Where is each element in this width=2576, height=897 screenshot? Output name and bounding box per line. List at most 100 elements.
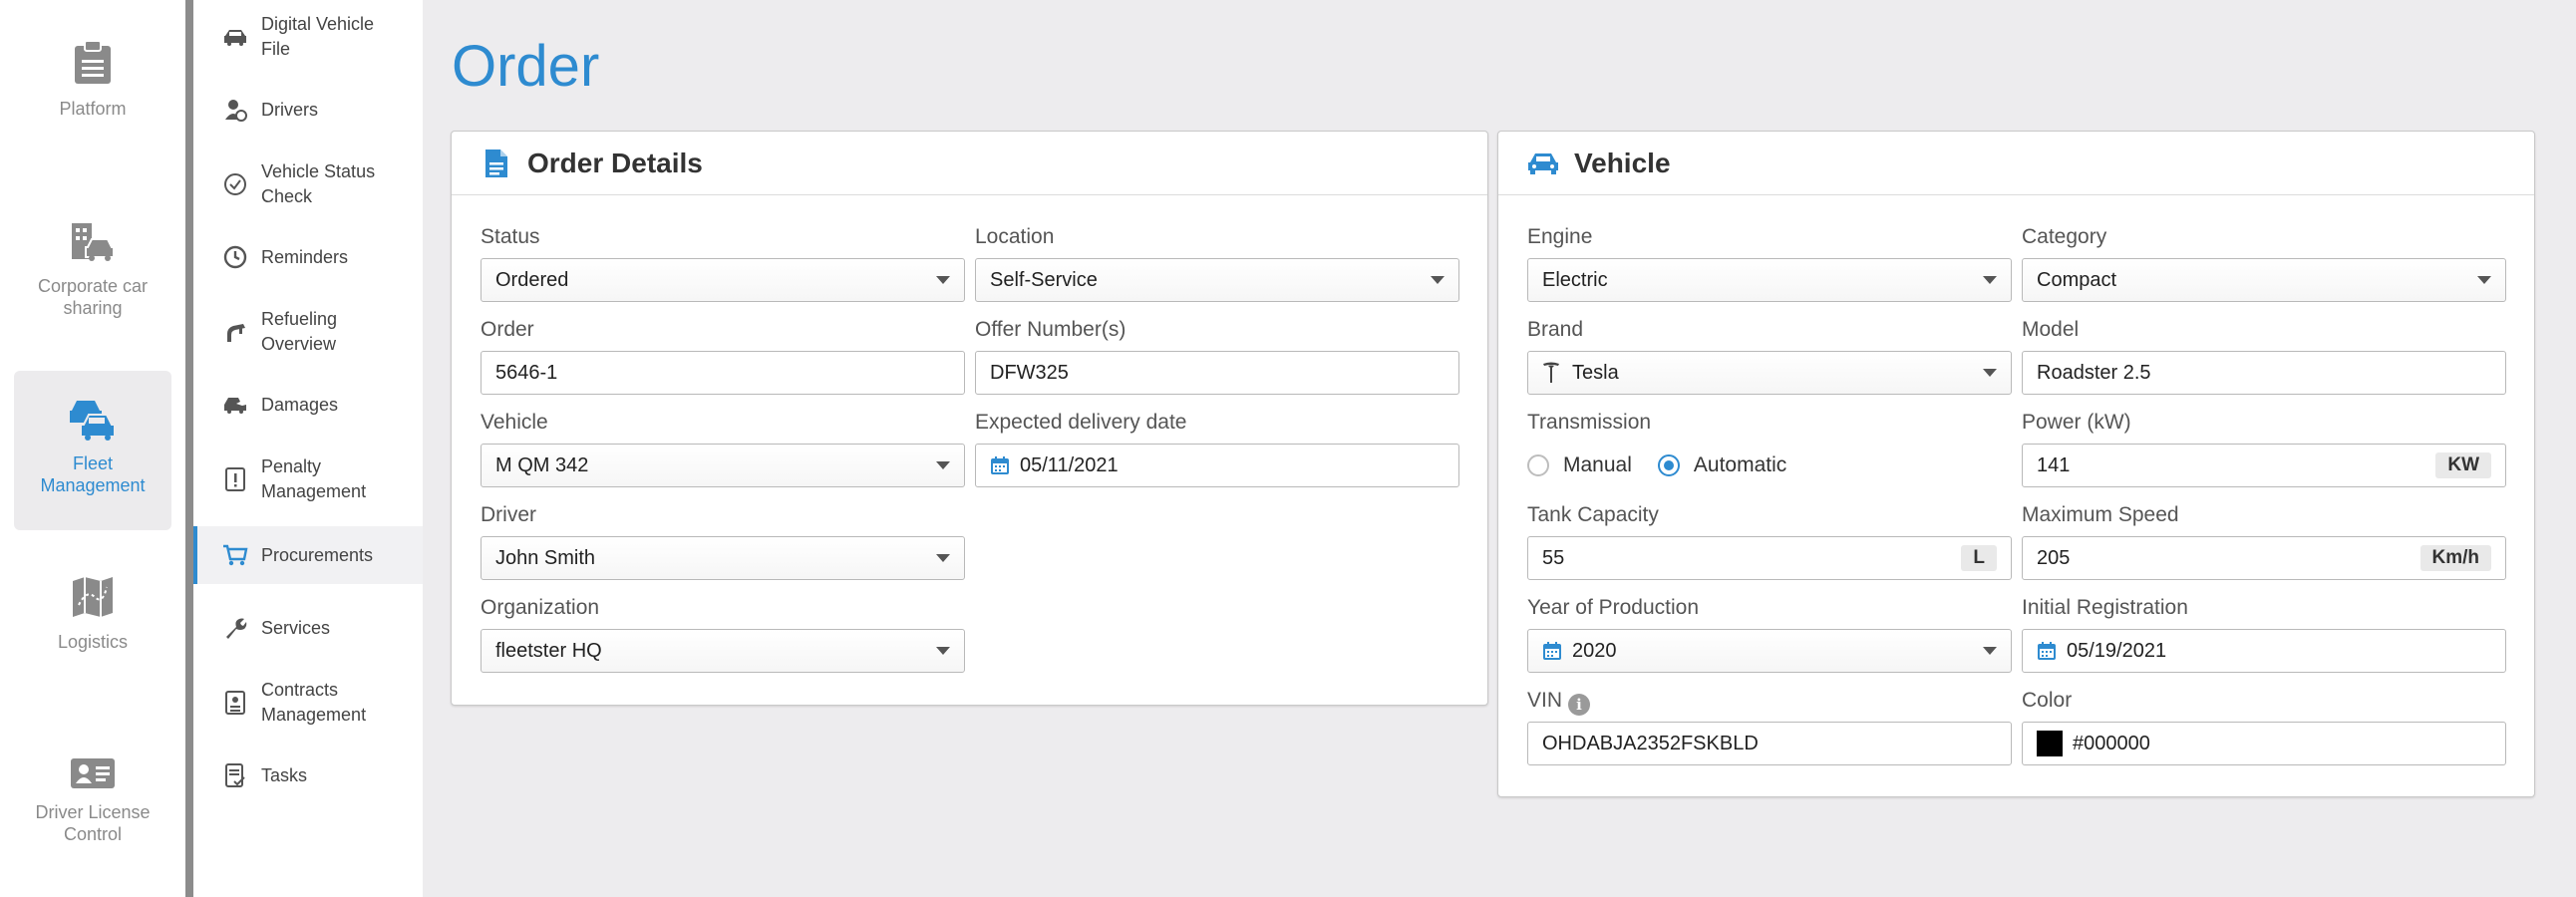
rail-label: Logistics	[57, 632, 129, 652]
rail-item-fleet-management[interactable]: Fleet Management	[14, 371, 171, 530]
rail-item-driver-license-control[interactable]: Driver License Control	[14, 757, 171, 857]
model-input[interactable]: Roadster 2.5	[2022, 351, 2506, 395]
chevron-down-icon	[936, 647, 950, 655]
vehicle-field: Vehicle M QM 342	[481, 409, 965, 487]
calendar-icon	[990, 455, 1010, 475]
card-title: Order Details	[527, 147, 703, 178]
organization-select[interactable]: fleetster HQ	[481, 629, 965, 673]
color-field: Color #000000	[2022, 687, 2506, 765]
color-swatch[interactable]	[2037, 731, 2063, 756]
registration-label: Initial Registration	[2022, 596, 2188, 619]
nav-item-reminders[interactable]: Reminders	[193, 239, 423, 275]
car-icon	[1526, 147, 1560, 180]
nav-label: Contracts Management	[261, 680, 367, 725]
car-building-icon	[72, 223, 115, 261]
delivery-date-field: Expected delivery date 05/11/2021	[975, 409, 1459, 487]
wrench-icon	[221, 614, 249, 642]
rail-label: Fleet Management	[40, 453, 146, 495]
color-input[interactable]: #000000	[2022, 722, 2506, 765]
driver-select[interactable]: John Smith	[481, 536, 965, 580]
vin-input[interactable]: OHDABJA2352FSKBLD	[1527, 722, 2012, 765]
max-speed-input[interactable]: 205 Km/h	[2022, 536, 2506, 580]
section-nav: Digital Vehicle File Drivers Vehicle Sta…	[193, 0, 423, 897]
year-label: Year of Production	[1527, 596, 1700, 619]
radio-button[interactable]	[1527, 454, 1549, 476]
chevron-down-icon	[936, 554, 950, 562]
brand-select[interactable]: Tesla	[1527, 351, 2012, 395]
nav-label: Reminders	[261, 246, 349, 267]
delivery-date-input[interactable]: 05/11/2021	[975, 444, 1459, 487]
year-select[interactable]: 2020	[1527, 629, 2012, 673]
rail-item-platform[interactable]: Platform	[14, 40, 171, 130]
nav-item-contracts-management[interactable]: Contracts Management	[193, 678, 423, 728]
contract-icon	[221, 689, 249, 717]
cars-icon	[70, 401, 116, 441]
color-label: Color	[2022, 689, 2073, 712]
chevron-down-icon	[1983, 276, 1997, 284]
organization-field: Organization fleetster HQ	[481, 594, 965, 673]
vehicle-label: Vehicle	[481, 411, 548, 434]
transmission-field: Transmission Manual Automatic	[1527, 409, 2012, 487]
brand-field: Brand Tesla	[1527, 316, 2012, 395]
nav-label: Penalty Management	[261, 456, 367, 501]
location-select[interactable]: Self-Service	[975, 258, 1459, 302]
fuel-nozzle-icon	[221, 318, 249, 346]
brand-label: Brand	[1527, 318, 1584, 341]
nav-label: Vehicle Status Check	[261, 161, 376, 206]
nav-item-services[interactable]: Services	[193, 610, 423, 646]
rail-label: Corporate car sharing	[37, 276, 149, 318]
id-card-icon	[71, 758, 115, 788]
order-details-card: Order Details Status Ordered Location Se…	[451, 131, 1488, 706]
vin-field: VIN i OHDABJA2352FSKBLD	[1527, 687, 2012, 765]
location-field: Location Self-Service	[975, 223, 1459, 302]
category-select[interactable]: Compact	[2022, 258, 2506, 302]
max-speed-field: Maximum Speed 205 Km/h	[2022, 501, 2506, 580]
rail-item-corporate-car-sharing[interactable]: Corporate car sharing	[14, 221, 171, 331]
nav-label: Procurements	[261, 544, 374, 565]
calendar-icon	[2037, 641, 2057, 661]
order-label: Order	[481, 318, 534, 341]
chevron-down-icon	[1431, 276, 1445, 284]
engine-select[interactable]: Electric	[1527, 258, 2012, 302]
order-input[interactable]: 5646-1	[481, 351, 965, 395]
chevron-down-icon	[1983, 369, 1997, 377]
tank-capacity-input[interactable]: 55 L	[1527, 536, 2012, 580]
tank-label: Tank Capacity	[1527, 503, 1659, 526]
vehicle-select[interactable]: M QM 342	[481, 444, 965, 487]
nav-label: Services	[261, 617, 331, 638]
document-icon	[480, 147, 513, 180]
info-icon[interactable]: i	[1568, 694, 1591, 716]
power-input[interactable]: 141 KW	[2022, 444, 2506, 487]
rail-divider	[185, 0, 193, 897]
radio-button-selected[interactable]	[1657, 454, 1680, 476]
offer-input[interactable]: DFW325	[975, 351, 1459, 395]
clipboard-icon	[75, 40, 111, 84]
status-select[interactable]: Ordered	[481, 258, 965, 302]
car-icon	[221, 23, 249, 51]
registration-date-input[interactable]: 05/19/2021	[2022, 629, 2506, 673]
nav-item-drivers[interactable]: Drivers	[193, 92, 423, 128]
power-field: Power (kW) 141 KW	[2022, 409, 2506, 487]
rail-item-logistics[interactable]: Logistics	[14, 575, 171, 665]
vin-label: VIN i	[1527, 687, 2012, 716]
card-title: Vehicle	[1574, 147, 1671, 178]
nav-item-digital-vehicle-file[interactable]: Digital Vehicle File	[193, 12, 423, 62]
nav-item-damages[interactable]: Damages	[193, 387, 423, 423]
offer-number-field: Offer Number(s) DFW325	[975, 316, 1459, 395]
nav-label: Digital Vehicle File	[261, 14, 375, 59]
nav-label: Refueling Overview	[261, 309, 338, 354]
nav-item-penalty-management[interactable]: Penalty Management	[193, 454, 423, 504]
model-label: Model	[2022, 318, 2080, 341]
vehicle-card: Vehicle Engine Electric Category Compact…	[1497, 131, 2535, 797]
nav-item-procurements[interactable]: Procurements	[193, 526, 423, 584]
nav-item-vehicle-status-check[interactable]: Vehicle Status Check	[193, 159, 423, 209]
card-header: Order Details	[452, 132, 1487, 195]
transmission-manual-radio[interactable]: Manual	[1527, 453, 1632, 477]
nav-item-refueling-overview[interactable]: Refueling Overview	[193, 307, 423, 357]
nav-item-tasks[interactable]: Tasks	[193, 757, 423, 793]
transmission-radio-group: Manual Automatic	[1527, 444, 2012, 487]
clock-icon	[221, 243, 249, 271]
tesla-logo-icon	[1542, 362, 1560, 384]
transmission-automatic-radio[interactable]: Automatic	[1657, 453, 1786, 477]
driver-icon	[221, 96, 249, 124]
